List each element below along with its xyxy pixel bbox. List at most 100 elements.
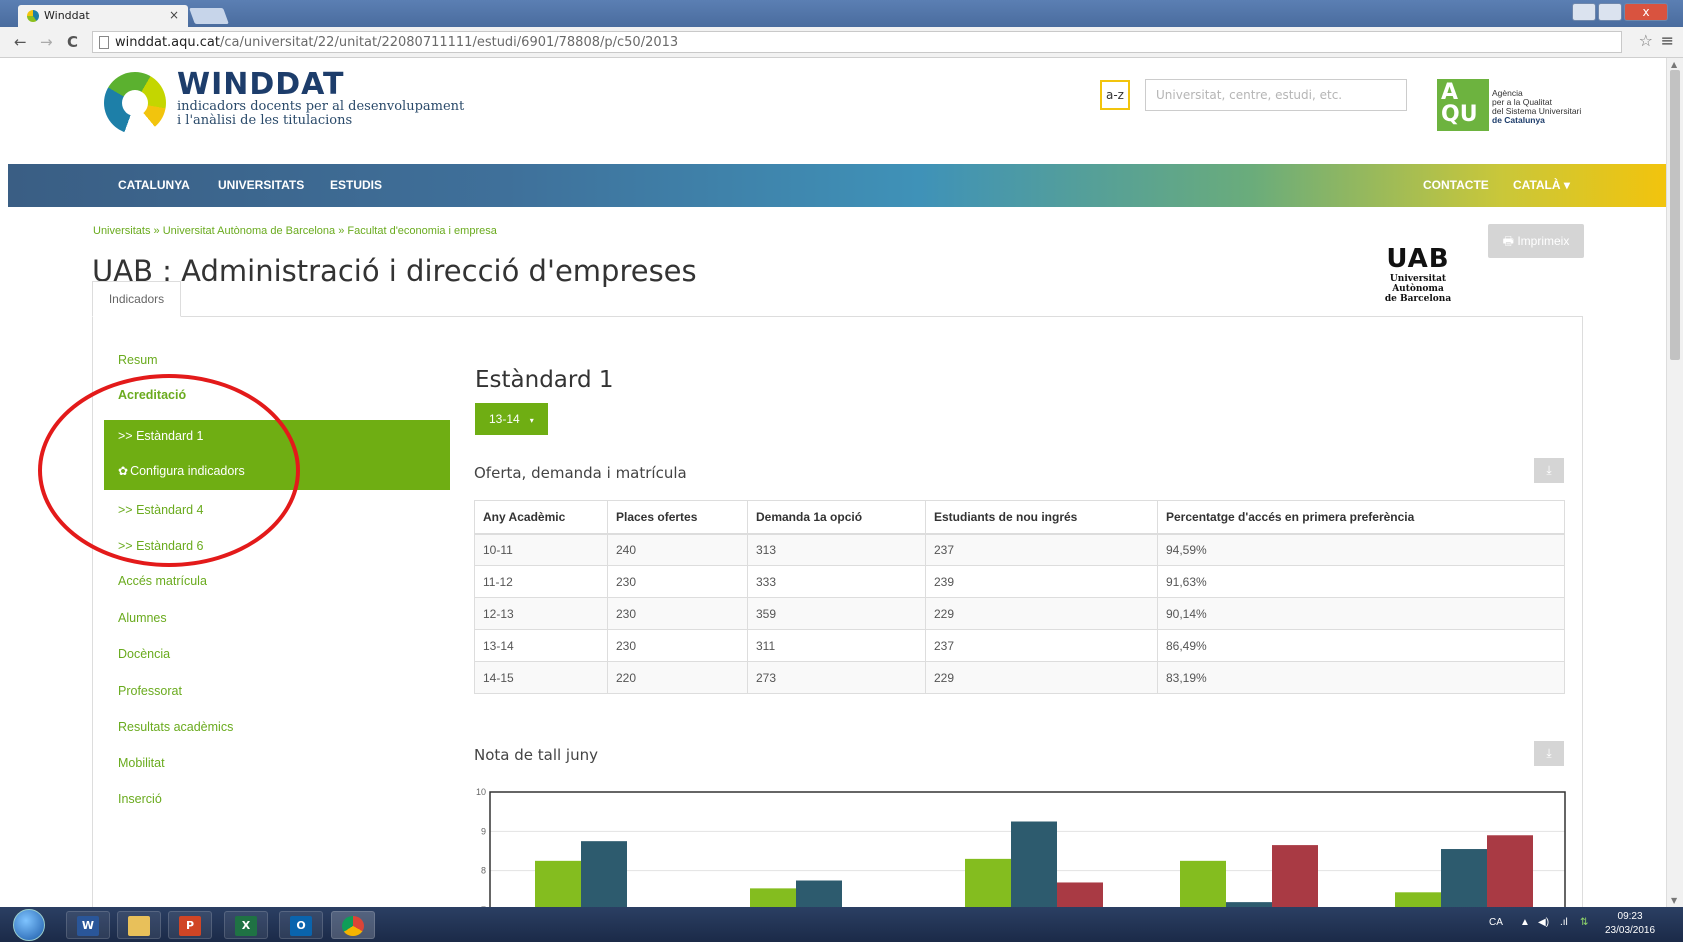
volume-icon[interactable]: ◀): [1538, 917, 1549, 928]
sidebar-item-estandard-1[interactable]: >> Estàndard 1: [118, 429, 203, 443]
table-cell: 239: [925, 565, 1158, 598]
word-icon: W: [77, 916, 99, 936]
window-close-icon[interactable]: x: [1624, 3, 1668, 21]
input-language[interactable]: CA: [1489, 917, 1503, 928]
printer-icon: 🖶: [1502, 234, 1514, 248]
chart-bar: [1272, 845, 1318, 907]
outlook-task-icon[interactable]: O: [279, 911, 323, 939]
aqu-logo[interactable]: A QU: [1437, 79, 1489, 131]
table-cell: 220: [607, 661, 748, 694]
web-page: WINDDAT indicadors docents per al desenv…: [0, 58, 1666, 907]
nav-catalunya[interactable]: CATALUNYA: [118, 178, 190, 192]
breadcrumb-universitats[interactable]: Universitats: [93, 225, 150, 237]
tab-indicadors[interactable]: Indicadors: [92, 281, 181, 317]
uab-name-line-2: de Barcelona: [1384, 294, 1452, 304]
explorer-task-icon[interactable]: [117, 911, 161, 939]
table-row: 13-14 230 311 237 86,49%: [474, 629, 1565, 662]
site-logo-title[interactable]: WINDDAT: [177, 67, 345, 102]
tray-expand-icon[interactable]: ▲: [1520, 917, 1530, 928]
breadcrumb-faculty[interactable]: Facultat d'economia i empresa: [347, 225, 496, 237]
configura-label: Configura indicadors: [130, 464, 245, 478]
chart-bar: [535, 860, 581, 907]
url-host: winddat.aqu.cat: [115, 35, 220, 50]
breadcrumb-university[interactable]: Universitat Autònoma de Barcelona: [163, 225, 335, 237]
sidebar-item-estandard-6[interactable]: >> Estàndard 6: [118, 539, 203, 553]
download-chart-button[interactable]: ⤓: [1534, 741, 1564, 766]
browser-toolbar: ← → C winddat.aqu.cat/ca/universitat/22/…: [0, 27, 1683, 58]
sidebar-item-docencia[interactable]: Docència: [118, 647, 170, 661]
chart-bar: [1057, 882, 1103, 907]
breadcrumb-separator: »: [338, 225, 345, 237]
column-header: Percentatge d'accés en primera preferènc…: [1157, 500, 1565, 535]
back-icon[interactable]: ←: [14, 33, 27, 51]
breadcrumb-separator: »: [153, 225, 160, 237]
aqu-line-4: de Catalunya: [1492, 115, 1545, 125]
year-select[interactable]: 13-14 ▾: [475, 403, 548, 435]
start-button-icon[interactable]: [13, 909, 45, 941]
bookmark-star-icon[interactable]: ☆: [1639, 31, 1653, 50]
browser-tab[interactable]: Winddat ×: [18, 5, 188, 27]
table-cell: 311: [747, 629, 926, 662]
clock-time: 09:23: [1617, 911, 1643, 922]
signal-icon[interactable]: .ıl: [1560, 917, 1568, 928]
powerpoint-icon: P: [179, 916, 201, 936]
nav-estudis[interactable]: ESTUDIS: [330, 178, 382, 192]
minimize-icon[interactable]: [1572, 3, 1596, 21]
folder-icon: [128, 916, 150, 936]
sidebar-item-configura[interactable]: ✿ Configura indicadors: [118, 464, 245, 478]
table-cell: 91,63%: [1157, 565, 1565, 598]
chrome-task-icon[interactable]: [331, 911, 375, 939]
print-button[interactable]: 🖶 Imprimeix: [1488, 224, 1584, 258]
chart-bar: [1487, 835, 1533, 907]
excel-task-icon[interactable]: X: [224, 911, 268, 939]
table-cell: 86,49%: [1157, 629, 1565, 662]
uab-logo: UAB Universitat Autònoma de Barcelona: [1366, 244, 1470, 304]
table-cell: 10-11: [474, 533, 608, 566]
column-header: Places ofertes: [607, 500, 748, 535]
forward-icon[interactable]: →: [40, 33, 53, 51]
column-header: Estudiants de nou ingrés: [925, 500, 1158, 535]
chart-svg: 10987: [476, 787, 1566, 907]
sidebar-item-mobilitat[interactable]: Mobilitat: [118, 756, 165, 770]
nav-language[interactable]: CATALÀ ▾: [1513, 178, 1570, 192]
sidebar-item-alumnes[interactable]: Alumnes: [118, 611, 167, 625]
uab-logo-mark: UAB: [1386, 244, 1450, 274]
az-index-button[interactable]: a-z: [1100, 80, 1130, 110]
scroll-up-icon[interactable]: ▲: [1671, 60, 1677, 69]
taskbar-clock[interactable]: 09:23 23/03/2016: [1605, 910, 1655, 938]
nav-contacte[interactable]: CONTACTE: [1423, 178, 1489, 192]
powerpoint-task-icon[interactable]: P: [168, 911, 212, 939]
address-bar[interactable]: winddat.aqu.cat/ca/universitat/22/unitat…: [92, 31, 1622, 53]
sidebar-item-resultats[interactable]: Resultats acadèmics: [118, 720, 233, 734]
tab-close-icon[interactable]: ×: [169, 8, 179, 22]
table-cell: 229: [925, 597, 1158, 630]
search-input[interactable]: [1145, 79, 1407, 111]
sidebar-item-professorat[interactable]: Professorat: [118, 684, 182, 698]
chart-bar: [581, 841, 627, 907]
table-cell: 237: [925, 533, 1158, 566]
maximize-icon[interactable]: [1598, 3, 1622, 21]
word-task-icon[interactable]: W: [66, 911, 110, 939]
sidebar-item-resum[interactable]: Resum: [118, 353, 158, 367]
network-icon[interactable]: ⇅: [1580, 917, 1588, 928]
browser-menu-icon[interactable]: ≡: [1661, 31, 1674, 50]
chart-y-tick-label: 8: [481, 866, 486, 876]
chrome-icon: [342, 916, 364, 936]
sidebar-item-acces-matricula[interactable]: Accés matrícula: [118, 574, 207, 588]
table-header-row: Any Acadèmic Places ofertes Demanda 1a o…: [474, 500, 1565, 535]
sidebar-item-acreditacio[interactable]: Acreditació: [118, 388, 186, 402]
table-cell: 229: [925, 661, 1158, 694]
scroll-down-icon[interactable]: ▼: [1671, 896, 1677, 905]
sidebar-item-insercio[interactable]: Inserció: [118, 792, 162, 806]
winddat-logo-icon[interactable]: [104, 72, 166, 134]
reload-icon[interactable]: C: [67, 33, 78, 51]
download-table-button[interactable]: ⤓: [1534, 458, 1564, 483]
new-tab-button[interactable]: [189, 8, 229, 24]
page-scrollbar[interactable]: ▲ ▼: [1666, 58, 1683, 907]
windows-taskbar: W P X O CA ▲ ◀) .ıl ⇅ 09:23 23/03/2016: [0, 907, 1683, 942]
table-cell: 359: [747, 597, 926, 630]
nav-universitats[interactable]: UNIVERSITATS: [218, 178, 304, 192]
scroll-thumb[interactable]: [1670, 70, 1680, 360]
url-path: /ca/universitat/22/unitat/22080711111/es…: [219, 35, 679, 50]
sidebar-item-estandard-4[interactable]: >> Estàndard 4: [118, 503, 203, 517]
